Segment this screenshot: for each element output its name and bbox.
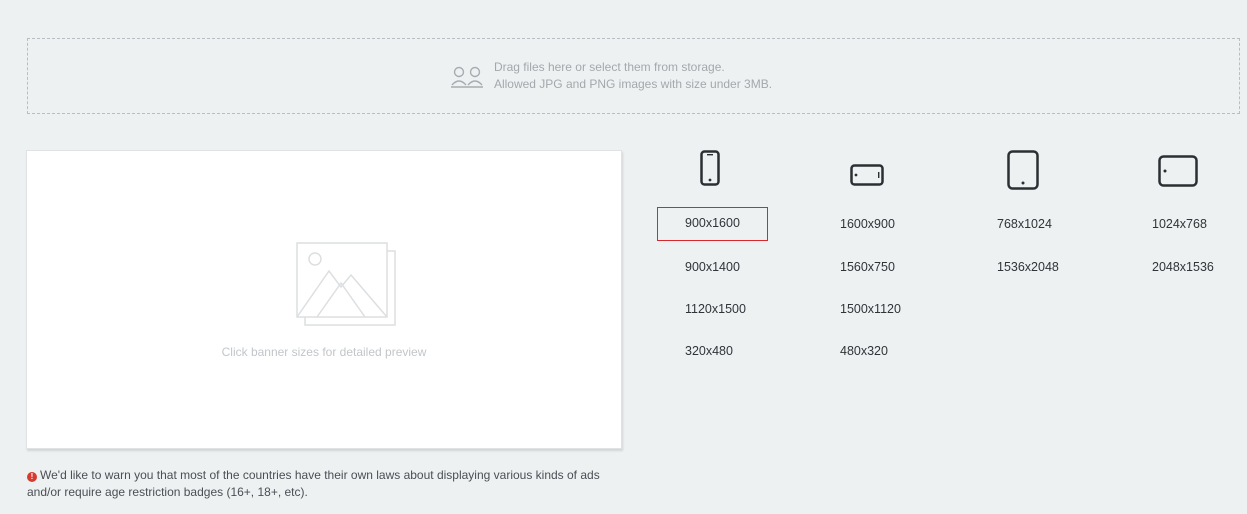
legal-warning: ! We'd like to warn you that most of the … (27, 467, 627, 501)
alert-icon: ! (27, 472, 37, 482)
size-option[interactable]: 1600x900 (840, 207, 895, 241)
banner-preview-panel: Click banner sizes for detailed preview (26, 150, 622, 449)
size-option[interactable]: 2048x1536 (1152, 250, 1214, 284)
banner-upload-page: Drag files here or select them from stor… (0, 0, 1247, 514)
size-option[interactable]: 320x480 (685, 334, 733, 368)
dropzone-line-1: Drag files here or select them from stor… (493, 60, 725, 74)
size-option[interactable]: 1536x2048 (997, 250, 1059, 284)
warning-text: We'd like to warn you that most of the c… (27, 468, 600, 499)
size-option[interactable]: 1120x1500 (685, 292, 746, 326)
phone-portrait-icon (700, 150, 720, 186)
size-option[interactable]: 900x1600 (657, 207, 768, 241)
preview-caption: Click banner sizes for detailed preview (221, 345, 427, 359)
size-option[interactable]: 768x1024 (997, 207, 1052, 241)
people-upload-icon (450, 66, 483, 88)
image-placeholder-icon (296, 242, 396, 326)
tablet-portrait-icon (1007, 150, 1039, 190)
phone-landscape-icon (850, 164, 884, 186)
dropzone-content: Drag files here or select them from stor… (450, 59, 772, 93)
dropzone-text: Drag files here or select them from stor… (494, 59, 772, 93)
size-option[interactable]: 480x320 (840, 334, 888, 368)
size-option[interactable]: 1024x768 (1152, 207, 1207, 241)
tablet-landscape-icon (1158, 155, 1198, 187)
dropzone-line-2: Allowed JPG and PNG images with size und… (493, 77, 773, 91)
size-option[interactable]: 900x1400 (685, 250, 740, 284)
size-option[interactable]: 1500x1120 (840, 292, 901, 326)
file-dropzone[interactable]: Drag files here or select them from stor… (27, 38, 1240, 114)
size-option[interactable]: 1560x750 (840, 250, 895, 284)
